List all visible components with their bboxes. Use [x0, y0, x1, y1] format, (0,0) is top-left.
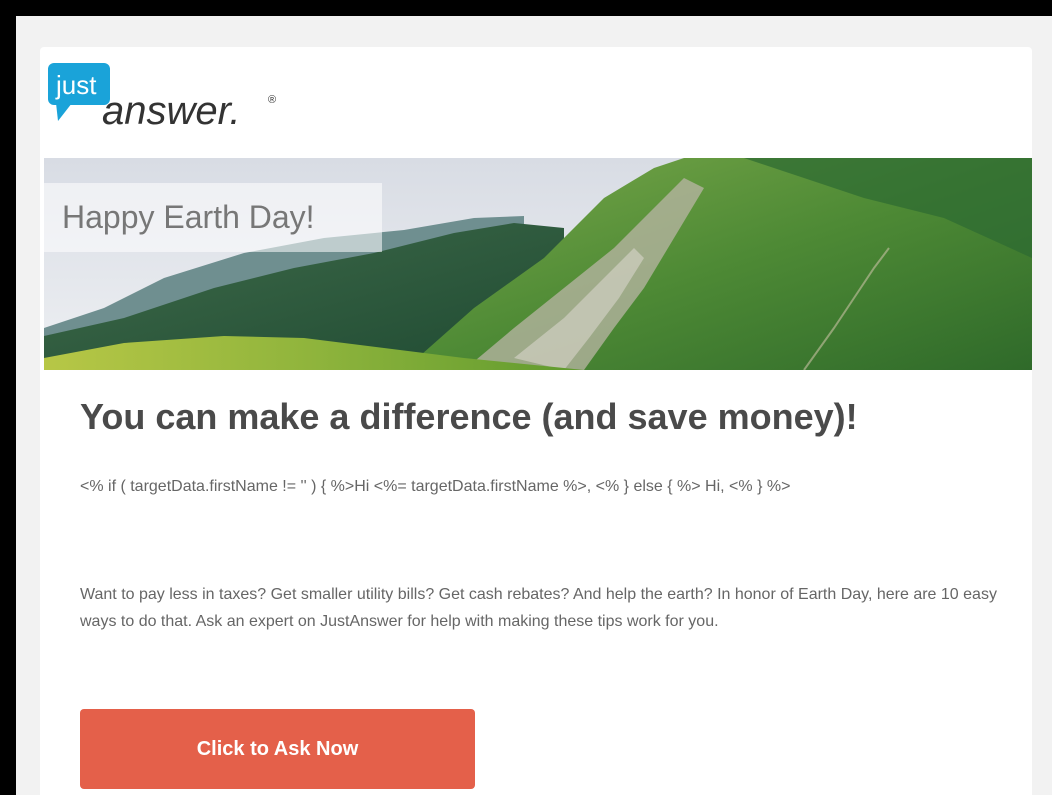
hero-banner: Happy Earth Day!	[44, 158, 1032, 370]
logo-wordmark: answer.	[102, 89, 241, 133]
greeting-text: <% if ( targetData.firstName != '' ) { %…	[80, 478, 791, 495]
email-background: just answer. ® Happy Earth Day! You can …	[16, 16, 1052, 795]
ask-now-button[interactable]: Click to Ask Now	[80, 709, 475, 789]
page-title: You can make a difference (and save mone…	[80, 396, 858, 437]
intro-text: Want to pay less in taxes? Get smaller u…	[80, 586, 997, 630]
email-card: just answer. ® Happy Earth Day! You can …	[40, 47, 1032, 795]
registered-mark: ®	[268, 94, 276, 106]
logo-badge-text: just	[55, 70, 97, 100]
justanswer-logo[interactable]: just answer. ®	[46, 53, 306, 133]
hero-title: Happy Earth Day!	[44, 183, 382, 252]
